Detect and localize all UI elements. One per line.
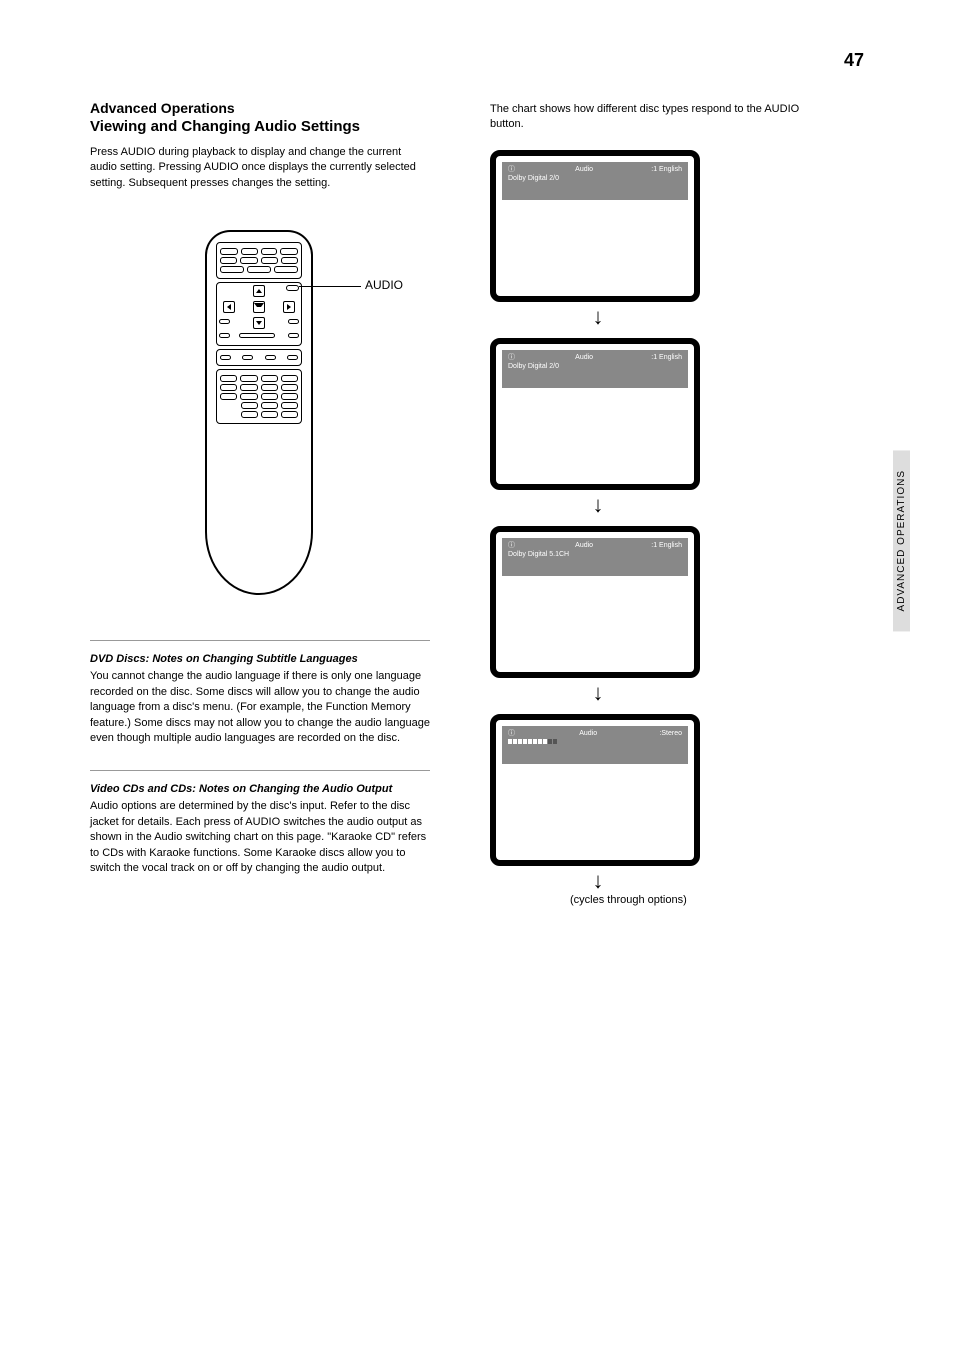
- callout-label: AUDIO: [365, 278, 403, 292]
- remote-button: [247, 266, 271, 273]
- clock-icon: [508, 354, 517, 362]
- down-arrow-icon: ↓: [490, 492, 706, 518]
- divider: [90, 770, 430, 771]
- stop-button: [287, 355, 298, 360]
- clock-icon: [508, 730, 517, 738]
- page-title: Viewing and Changing Audio Settings: [90, 118, 430, 135]
- cycle-note: (cycles through options): [570, 894, 687, 906]
- note-body: Audio options are determined by the disc…: [90, 799, 430, 876]
- section-label: Advanced Operations: [90, 100, 430, 116]
- note-dvd: DVD Discs: Notes on Changing Subtitle La…: [90, 652, 430, 746]
- remote-button: [241, 248, 258, 255]
- down-arrow-icon: ↓: [490, 868, 706, 894]
- intro-paragraph: Press AUDIO during playback to display a…: [90, 145, 430, 191]
- remote-illustration: [205, 230, 313, 595]
- remote-button: [261, 248, 278, 255]
- pause-button: [242, 355, 253, 360]
- note-body: You cannot change the audio language if …: [90, 669, 430, 746]
- remote-button: [239, 333, 275, 338]
- osd-screen: Audio:1 English Dolby Digital 2/0: [490, 338, 700, 490]
- dpad-left: [223, 301, 235, 313]
- note-cd: Video CDs and CDs: Notes on Changing the…: [90, 782, 430, 876]
- osd-screen: Audio:Stereo: [490, 714, 700, 866]
- note-heading: DVD Discs: Notes on Changing Subtitle La…: [90, 652, 430, 667]
- dpad-down: [253, 317, 265, 329]
- level-bars: [508, 739, 682, 744]
- side-tab: ADVANCED OPERATIONS: [893, 450, 910, 631]
- remote-button: [219, 319, 230, 324]
- skip-back-button: [220, 355, 231, 360]
- osd-screen: Audio:1 English Dolby Digital 2/0: [490, 150, 700, 302]
- remote-button: [288, 333, 299, 338]
- remote-button: [261, 257, 278, 264]
- note-heading: Video CDs and CDs: Notes on Changing the…: [90, 782, 430, 797]
- clock-icon: [508, 166, 517, 174]
- screens-column: Audio:1 English Dolby Digital 2/0 ↓ Audi…: [490, 150, 706, 902]
- down-arrow-icon: ↓: [490, 680, 706, 706]
- remote-button: [288, 319, 299, 324]
- dpad-up: [253, 285, 265, 297]
- remote-button: [219, 333, 230, 338]
- clock-icon: [508, 542, 517, 550]
- divider: [90, 640, 430, 641]
- remote-button: [220, 266, 244, 273]
- remote-button: [240, 257, 257, 264]
- remote-button: [286, 285, 299, 291]
- remote-button: [220, 248, 238, 255]
- remote-button: [274, 266, 298, 273]
- page-number: 47: [844, 50, 864, 71]
- audio-button: [281, 257, 298, 264]
- skip-forward-button: [265, 355, 276, 360]
- remote-button: [280, 248, 298, 255]
- osd-screen: Audio:1 English Dolby Digital 5.1CH: [490, 526, 700, 678]
- dpad-right: [283, 301, 295, 313]
- right-intro: The chart shows how different disc types…: [490, 102, 830, 132]
- remote-button: [220, 257, 237, 264]
- down-arrow-icon: ↓: [490, 304, 706, 330]
- dpad-enter: [253, 301, 265, 313]
- callout-line: [299, 286, 361, 287]
